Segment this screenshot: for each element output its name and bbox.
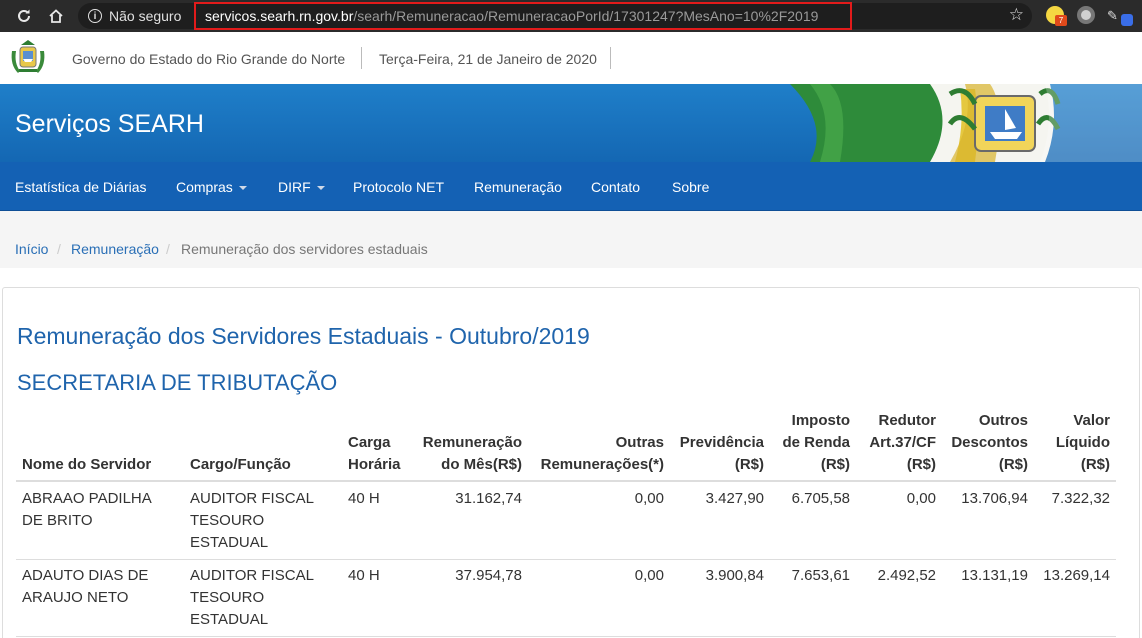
col-header-imposto: Imposto de Renda (R$)	[782, 412, 850, 473]
col-header-nome: Nome do Servidor	[22, 456, 152, 473]
main-navbar: Estatística de Diárias Compras DIRF Prot…	[0, 162, 1142, 211]
col-header-remuneracao: Remuneração do Mês(R$)	[422, 434, 522, 473]
nav-estatistica[interactable]: Estatística de Diárias	[15, 179, 147, 195]
cell-imposto: 6.705,58	[791, 490, 850, 507]
nav-sobre[interactable]: Sobre	[672, 179, 709, 195]
security-status: Não seguro	[109, 8, 182, 24]
state-flag-image	[790, 84, 1142, 162]
current-date: Terça-Feira, 21 de Janeiro de 2020	[379, 51, 597, 67]
department-title: SECRETARIA DE TRIBUTAÇÃO	[17, 370, 338, 395]
col-header-liquido: Valor Líquido (R$)	[1055, 412, 1110, 473]
extension-puzzle-icon[interactable]: ✎	[1107, 8, 1121, 23]
cell-redutor: 0,00	[906, 490, 936, 507]
breadcrumb-remuneracao[interactable]: Remuneração	[71, 241, 159, 257]
cell-descontos: 13.131,19	[961, 567, 1028, 584]
government-name: Governo do Estado do Rio Grande do Norte	[72, 51, 346, 67]
col-header-carga: Carga Horária	[348, 434, 401, 473]
cell-nome: ADAUTO DIAS DE ARAUJO NETO	[22, 567, 149, 606]
row-divider	[16, 636, 1116, 637]
cell-imposto: 7.653,61	[791, 567, 850, 584]
government-bar: Governo do Estado do Rio Grande do Norte…	[0, 32, 1142, 84]
col-header-outras: Outras Remunerações(*)	[540, 434, 664, 473]
cell-descontos: 13.706,94	[961, 490, 1028, 507]
cell-cargo: AUDITOR FISCAL TESOURO ESTADUAL	[190, 567, 314, 628]
breadcrumb-current: Remuneração dos servidores estaduais	[181, 241, 428, 257]
nav-dirf[interactable]: DIRF	[278, 179, 325, 195]
cell-liquido: 13.269,14	[1043, 567, 1110, 584]
caret-down-icon	[238, 186, 247, 191]
cell-remuneracao: 31.162,74	[455, 490, 522, 507]
caret-down-icon	[316, 186, 325, 191]
cell-redutor: 2.492,52	[877, 567, 936, 584]
url-path: /searh/Remuneracao/RemuneracaoPorId/1730…	[353, 8, 819, 24]
browser-toolbar: i Não seguro servicos.searh.rn.gov.br/se…	[0, 0, 1142, 32]
col-header-cargo: Cargo/Função	[190, 456, 291, 473]
page-title: Remuneração dos Servidores Estaduais - O…	[17, 323, 590, 349]
url-highlight-box[interactable]: servicos.searh.rn.gov.br/searh/Remunerac…	[194, 2, 852, 30]
cell-outras: 0,00	[634, 490, 664, 507]
nav-protocolo[interactable]: Protocolo NET	[353, 179, 444, 195]
col-header-descontos: Outros Descontos (R$)	[951, 412, 1028, 473]
profile-avatar[interactable]	[1121, 14, 1133, 26]
divider	[610, 47, 611, 69]
row-divider	[16, 559, 1116, 560]
col-header-previdencia: Previdência (R$)	[679, 434, 764, 473]
nav-remuneracao[interactable]: Remuneração	[474, 179, 562, 195]
nav-contato[interactable]: Contato	[591, 179, 640, 195]
cell-carga: 40 H	[348, 567, 380, 584]
site-banner: Serviços SEARH	[0, 84, 1142, 162]
info-icon[interactable]: i	[88, 9, 102, 23]
extension-bulb-icon[interactable]: 7	[1046, 6, 1067, 26]
col-header-redutor: Redutor Art.37/CF (R$)	[869, 412, 936, 473]
nav-compras[interactable]: Compras	[176, 179, 247, 195]
cell-previdencia: 3.427,90	[705, 490, 764, 507]
address-bar[interactable]: i Não seguro servicos.searh.rn.gov.br/se…	[78, 2, 1032, 30]
cell-nome: ABRAAO PADILHA DE BRITO	[22, 490, 152, 529]
site-brand[interactable]: Serviços SEARH	[15, 110, 204, 139]
table-header-divider	[16, 480, 1116, 482]
breadcrumb: Início / Remuneração / Remuneração dos s…	[0, 211, 1142, 268]
breadcrumb-home[interactable]: Início	[15, 241, 48, 257]
breadcrumb-separator: /	[57, 241, 61, 257]
breadcrumb-separator: /	[166, 241, 170, 257]
cell-liquido: 7.322,32	[1051, 490, 1110, 507]
cell-remuneracao: 37.954,78	[455, 567, 522, 584]
cell-previdencia: 3.900,84	[705, 567, 764, 584]
home-icon[interactable]	[43, 3, 69, 29]
cell-carga: 40 H	[348, 490, 380, 507]
url-host: servicos.searh.rn.gov.br	[205, 8, 354, 24]
extension-disc-icon[interactable]	[1077, 6, 1095, 24]
bookmark-star-icon[interactable]: ☆	[1009, 5, 1024, 25]
reload-icon[interactable]	[11, 3, 37, 29]
cell-cargo: AUDITOR FISCAL TESOURO ESTADUAL	[190, 490, 314, 551]
coat-of-arms-icon	[11, 40, 45, 73]
extension-badge: 7	[1055, 15, 1067, 26]
divider	[361, 47, 362, 69]
cell-outras: 0,00	[634, 567, 664, 584]
